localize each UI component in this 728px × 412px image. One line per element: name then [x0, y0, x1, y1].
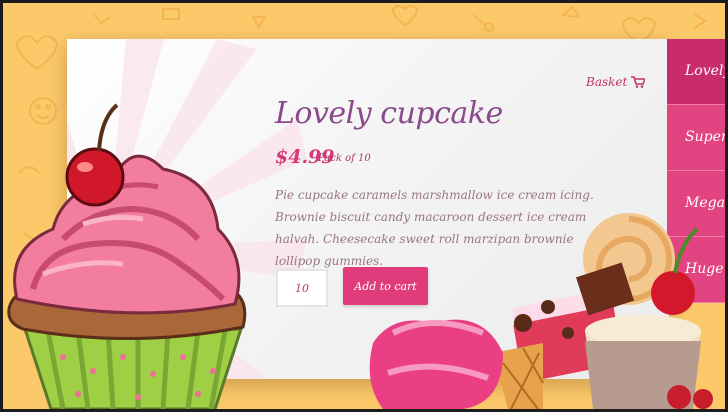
sidebar-item-label: Super c: [685, 129, 725, 145]
app-frame: Basket Lovely cupcake $4.99 Pack of 10 P…: [3, 3, 725, 409]
cupcake-illustration: [7, 103, 247, 409]
sidebar-item-super[interactable]: Super c: [667, 105, 725, 171]
basket-link[interactable]: Basket: [586, 75, 646, 89]
sidebar-item-lovely[interactable]: Lovely c: [667, 39, 725, 105]
quantity-input[interactable]: [276, 269, 328, 307]
desserts-illustration: [369, 213, 713, 409]
basket-label: Basket: [586, 75, 628, 89]
sidebar-item-label: Mega c: [685, 195, 725, 211]
cart-icon: [631, 76, 646, 88]
sidebar-item-label: Lovely c: [685, 63, 725, 79]
pack-size: Pack of 10: [318, 153, 371, 164]
product-title: Lovely cupcake: [275, 96, 503, 131]
